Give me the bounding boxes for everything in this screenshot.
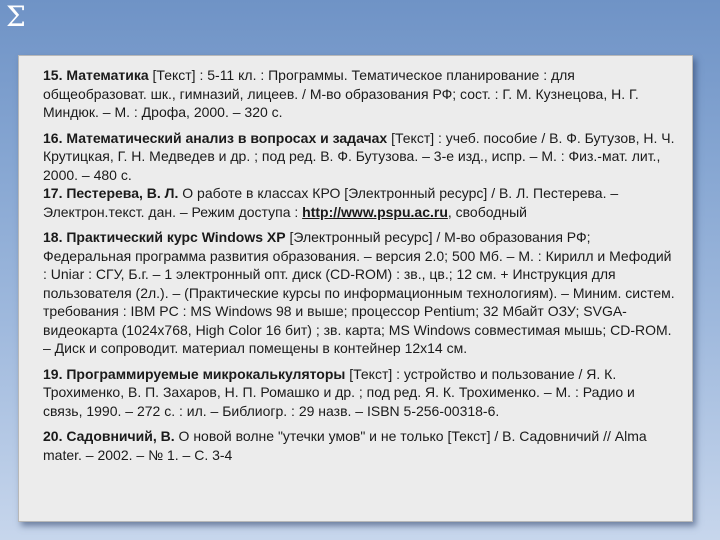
pspu-link[interactable]: http://www.pspu.ac.ru bbox=[302, 204, 448, 220]
bib-entry-20: 20. Садовничий, В. О новой волне "утечки… bbox=[43, 427, 678, 464]
entry-title: Программируемые микрокалькуляторы bbox=[66, 365, 346, 382]
bib-entry-16: 16. Математический анализ в вопросах и з… bbox=[43, 129, 678, 185]
entry-number: 19. bbox=[43, 365, 63, 382]
entry-number: 16. bbox=[43, 129, 63, 146]
bib-entry-19: 19. Программируемые микрокалькуляторы [Т… bbox=[43, 365, 678, 421]
entry-number: 20. bbox=[43, 428, 63, 444]
entry-title: Пестерева, В. Л. bbox=[66, 185, 179, 201]
entry-title: Садовничий, В. bbox=[66, 428, 175, 444]
bibliography-panel: 15. Математика [Текст] : 5-11 кл. : Прог… bbox=[18, 55, 693, 522]
entry-tail: , свободный bbox=[447, 203, 528, 220]
entry-text: [Электронный ресурс] / М-во образования … bbox=[43, 229, 675, 356]
entry-title: Практический курс Windows XP bbox=[66, 229, 286, 245]
entry-title: Математика bbox=[66, 67, 149, 83]
entry-title: Математический анализ в вопросах и задач… bbox=[66, 129, 388, 146]
entry-number: 17. bbox=[43, 185, 63, 201]
entry-number: 18. bbox=[43, 229, 63, 245]
bib-entry-17: 17. Пестерева, В. Л. О работе в классах … bbox=[43, 184, 678, 221]
bib-entry-15: 15. Математика [Текст] : 5-11 кл. : Прог… bbox=[43, 66, 678, 122]
entry-number: 15. bbox=[43, 67, 63, 83]
bib-entry-18: 18. Практический курс Windows XP [Электр… bbox=[43, 228, 678, 358]
sigma-logo-icon: Σ bbox=[6, 0, 26, 33]
